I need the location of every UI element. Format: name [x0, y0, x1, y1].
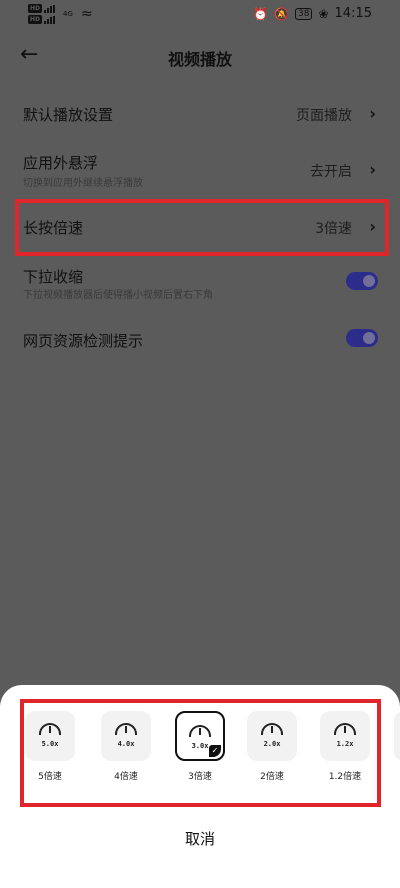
- sim-indicators: HD HD: [28, 4, 56, 24]
- setting-label: 网页资源检测提示: [23, 332, 144, 350]
- setting-label: 应用外悬浮: [23, 154, 99, 172]
- signal-bars-icon: [44, 4, 56, 13]
- speed-option-partial[interactable]: [392, 711, 400, 761]
- sim1-row: HD: [28, 4, 56, 13]
- wifi-icon: ≈: [80, 6, 93, 22]
- sim2-row: HD: [28, 15, 56, 24]
- clock: 14:15: [334, 6, 372, 21]
- page-title: 视频播放: [167, 50, 232, 69]
- setting-floating-outside-app[interactable]: 应用外悬浮 切换到应用外继续悬浮播放 去开启 ›: [0, 146, 400, 190]
- app-header: ← 视频播放: [0, 38, 400, 74]
- signal-bars-icon: [44, 15, 56, 24]
- status-bar: HD HD 4G ≈ ⏰ 🔕 38 ❀ 14:15: [0, 0, 400, 30]
- setting-value: 去开启: [310, 164, 352, 180]
- sim2-hd-badge: HD: [28, 15, 43, 24]
- chevron-right-icon: ›: [369, 104, 376, 123]
- setting-default-playback[interactable]: 默认播放设置 页面播放 ›: [0, 96, 400, 130]
- setting-pull-down-shrink[interactable]: 下拉收缩 下拉视频播放器后使得播小视频后置右下角: [0, 260, 400, 304]
- highlight-box-speeds: [20, 699, 381, 807]
- setting-description: 切换到应用外继续悬浮播放: [23, 178, 143, 189]
- battery-icon: 38: [295, 7, 313, 20]
- setting-description: 下拉视频播放器后使得播小视频后置右下角: [23, 290, 213, 301]
- cancel-button[interactable]: 取消: [0, 828, 400, 849]
- setting-label: 默认播放设置: [23, 106, 114, 124]
- leaf-icon: ❀: [318, 6, 329, 21]
- mute-bell-icon: 🔕: [274, 6, 290, 21]
- toggle-knob: [363, 275, 375, 287]
- setting-value: 页面播放: [296, 108, 352, 124]
- chevron-right-icon: ›: [369, 160, 376, 179]
- setting-web-resource-detect[interactable]: 网页资源检测提示: [0, 322, 400, 356]
- network-type: 4G: [63, 10, 73, 18]
- pull-down-shrink-toggle[interactable]: [346, 272, 378, 290]
- highlight-box-row: [15, 199, 389, 256]
- toggle-knob: [363, 332, 375, 344]
- alarm-icon: ⏰: [253, 6, 269, 21]
- status-left: HD HD 4G ≈: [28, 4, 93, 24]
- setting-label: 下拉收缩: [23, 268, 84, 286]
- speed-card: [394, 711, 400, 761]
- web-resource-detect-toggle[interactable]: [346, 329, 378, 347]
- status-right: ⏰ 🔕 38 ❀ 14:15: [253, 6, 372, 21]
- sim1-hd-badge: HD: [28, 4, 43, 13]
